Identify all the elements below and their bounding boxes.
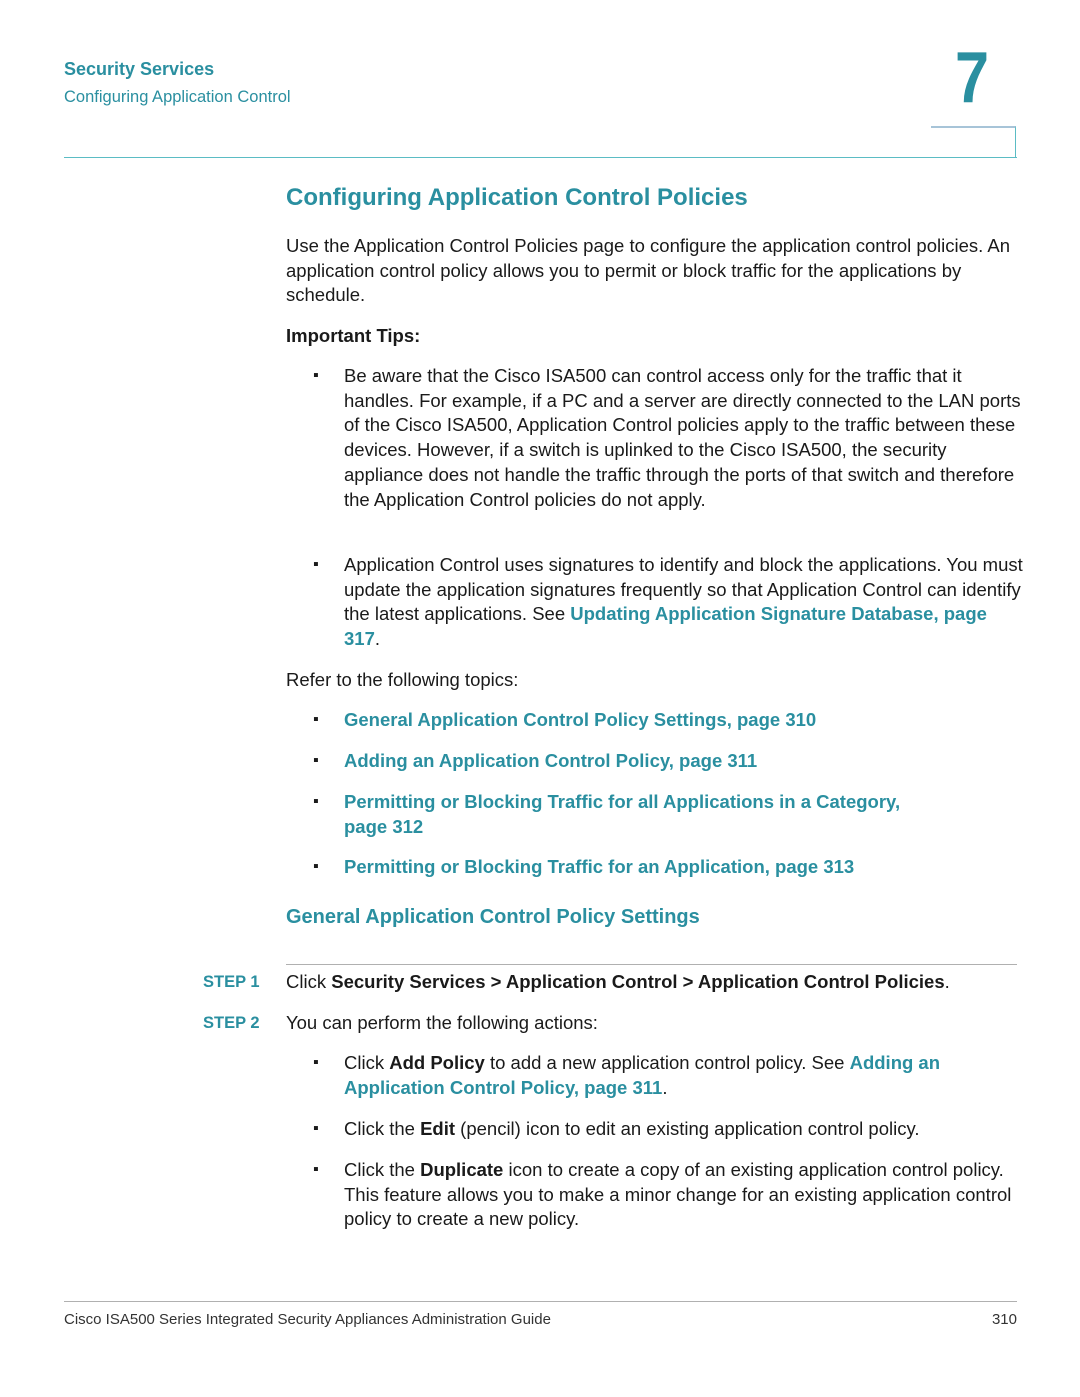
action-bold: Edit xyxy=(420,1118,456,1139)
action-suffix: (pencil) icon to edit an existing applic… xyxy=(455,1118,920,1139)
action-item: Click Add Policy to add a new applicatio… xyxy=(344,1051,1024,1100)
action-item: Click the Duplicate icon to create a cop… xyxy=(344,1158,1024,1232)
intro-paragraph: Use the Application Control Policies pag… xyxy=(286,235,1010,306)
footer-guide-title: Cisco ISA500 Series Integrated Security … xyxy=(64,1311,551,1328)
bullet-icon: ▪ xyxy=(313,556,319,573)
refer-text: Refer to the following topics: xyxy=(286,669,519,690)
action-prefix: Click xyxy=(344,1052,390,1073)
bullet-icon: ▪ xyxy=(313,793,319,810)
step-prefix: Click xyxy=(286,971,332,992)
header-divider xyxy=(64,157,1017,158)
tip-item: Application Control uses signatures to i… xyxy=(344,553,1024,652)
topic-link-general-settings[interactable]: General Application Control Policy Setti… xyxy=(344,708,1024,733)
chapter-number: 7 xyxy=(955,38,990,118)
step-suffix: . xyxy=(944,971,950,992)
action-suffix: . xyxy=(662,1076,668,1098)
page-number: 310 xyxy=(991,1311,1017,1328)
topic-link-application[interactable]: Permitting or Blocking Traffic for an Ap… xyxy=(344,855,1024,880)
bullet-icon: ▪ xyxy=(313,1161,319,1178)
menu-path: Security Services > Application Control … xyxy=(331,971,945,992)
topic-link-category[interactable]: Permitting or Blocking Traffic for all A… xyxy=(344,790,944,839)
action-bold: Duplicate xyxy=(420,1159,504,1180)
chapter-tab-decoration xyxy=(931,126,1016,158)
footer-divider xyxy=(64,1301,1017,1302)
steps-divider xyxy=(286,964,1017,965)
step-label: STEP 1 xyxy=(203,973,260,991)
section-heading: General Application Control Policy Setti… xyxy=(286,906,700,928)
action-middle: to add a new application control policy.… xyxy=(484,1052,850,1073)
subsection-title: Configuring Application Control xyxy=(64,88,291,106)
action-bold: Add Policy xyxy=(389,1052,485,1073)
bullet-icon: ▪ xyxy=(313,1054,319,1071)
action-prefix: Click the xyxy=(344,1118,421,1139)
tip-text-end: . xyxy=(374,628,381,650)
topic-link-adding-policy[interactable]: Adding an Application Control Policy, pa… xyxy=(344,749,1024,774)
bullet-icon: ▪ xyxy=(313,711,319,728)
tips-heading: Important Tips: xyxy=(286,325,421,346)
section-title: Security Services xyxy=(64,59,215,79)
page-title: Configuring Application Control Policies xyxy=(286,184,748,211)
step-label: STEP 2 xyxy=(203,1014,260,1032)
bullet-icon: ▪ xyxy=(313,1120,319,1137)
bullet-icon: ▪ xyxy=(313,367,319,384)
bullet-icon: ▪ xyxy=(313,858,319,875)
tip-item: Be aware that the Cisco ISA500 can contr… xyxy=(344,365,1021,510)
step-text: You can perform the following actions: xyxy=(286,1012,598,1033)
bullet-icon: ▪ xyxy=(313,752,319,769)
step-text: Click Security Services > Application Co… xyxy=(286,970,1021,995)
action-item: Click the Edit (pencil) icon to edit an … xyxy=(344,1117,1024,1142)
action-prefix: Click the xyxy=(344,1159,421,1180)
